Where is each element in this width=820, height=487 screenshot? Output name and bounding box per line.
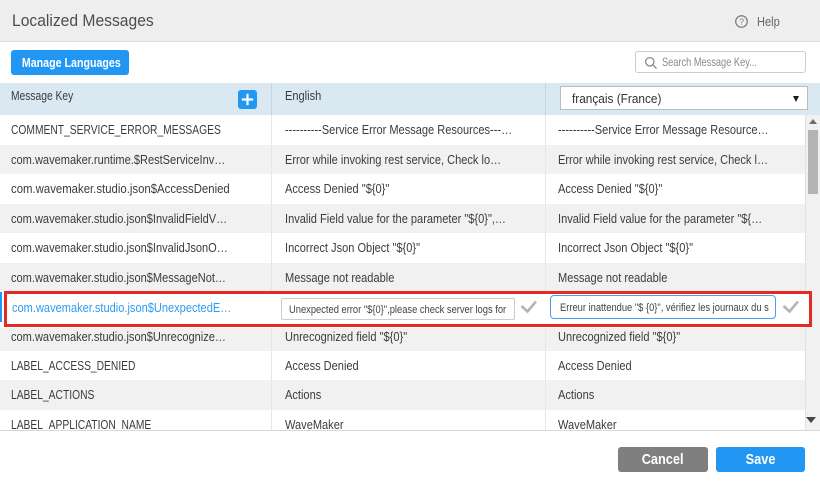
svg-text:?: ? xyxy=(739,17,744,27)
